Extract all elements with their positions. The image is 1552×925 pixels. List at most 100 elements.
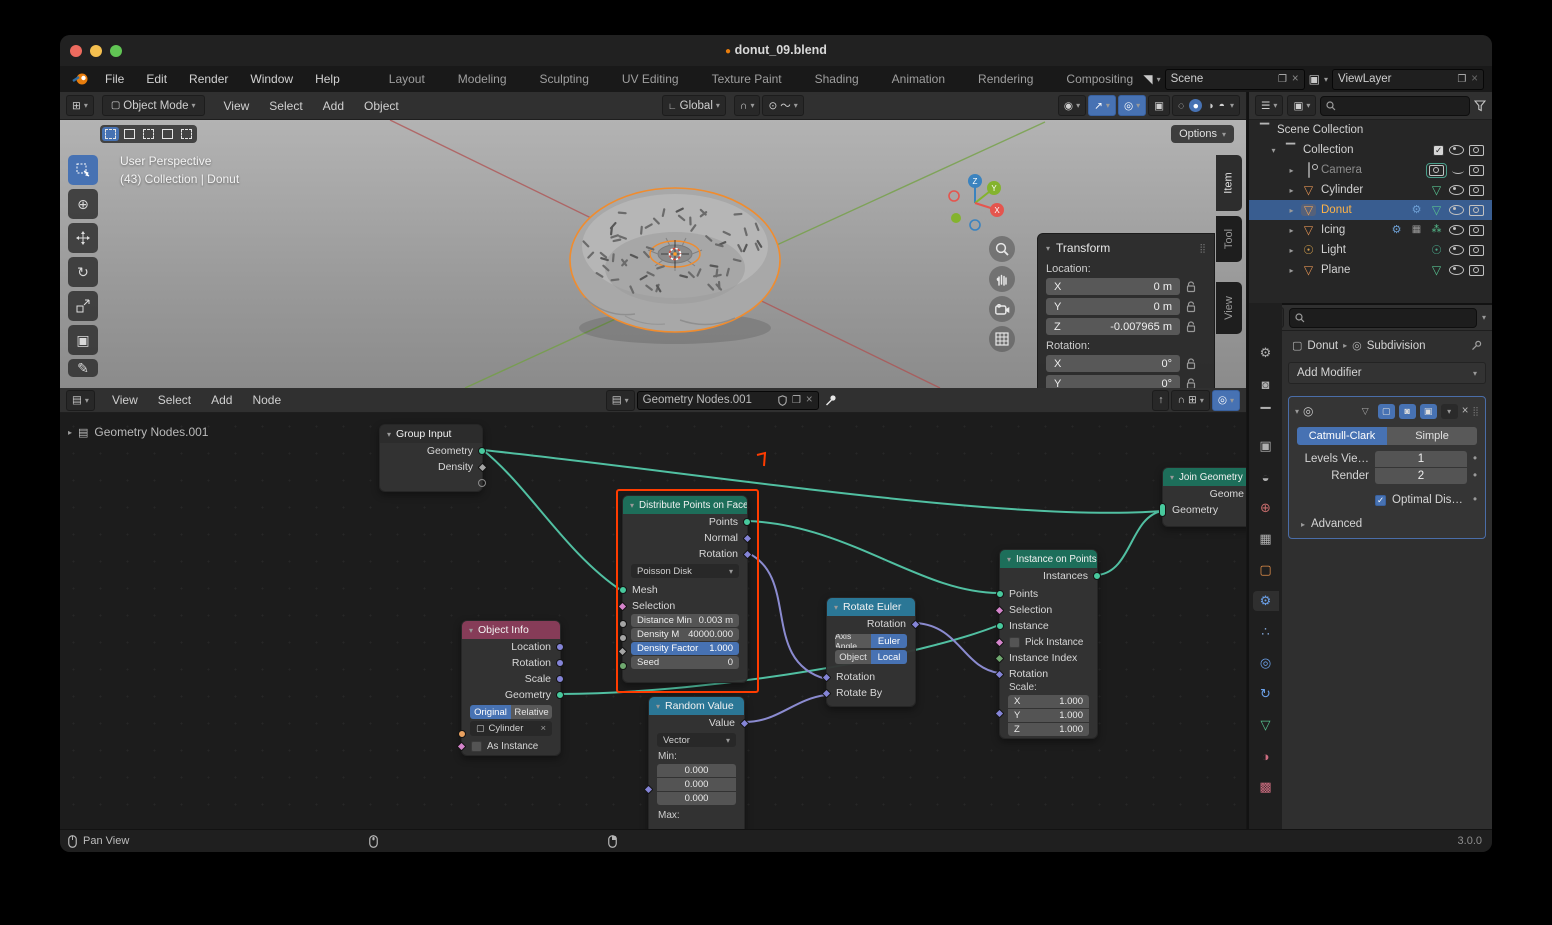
simple-button[interactable]: Simple — [1387, 427, 1477, 445]
breadcrumb-modifier[interactable]: Subdivision — [1367, 340, 1426, 352]
socket-instance-index-in[interactable] — [994, 653, 1005, 663]
donut-object[interactable] — [530, 168, 820, 358]
workspace-tab-rendering[interactable]: Rendering — [968, 68, 1043, 90]
menu-render[interactable]: Render — [178, 69, 239, 89]
active-camera-icon[interactable] — [1426, 162, 1447, 178]
socket-as-instance-in[interactable] — [456, 741, 467, 751]
disclosure-icon[interactable]: ▸ — [1287, 226, 1296, 235]
tab-world[interactable]: ⊕ — [1253, 498, 1279, 518]
socket-rotate-by-in[interactable] — [821, 688, 832, 698]
overlays-toggle[interactable]: ◎ ▾ — [1117, 95, 1147, 116]
socket-rotation-out[interactable] — [742, 549, 753, 559]
outliner-row-cylinder[interactable]: ▸ ▽ Cylinder ▽ — [1249, 180, 1492, 200]
pan-view-button[interactable] — [989, 266, 1015, 292]
gizmos-toggle[interactable]: ↗ ▾ — [1088, 95, 1116, 116]
clear-object-icon[interactable]: × — [540, 723, 546, 734]
outliner-filter-mode[interactable]: ▣ ▾ — [1287, 95, 1317, 116]
tab-material[interactable]: ◑ — [1253, 746, 1279, 766]
type-axis-angle-button[interactable]: Axis Angle — [835, 634, 871, 648]
mode-relative-button[interactable]: Relative — [511, 705, 552, 719]
hide-in-viewport-icon[interactable] — [1449, 225, 1464, 235]
socket-location-out[interactable] — [556, 643, 564, 651]
tab-object[interactable]: ▢ — [1253, 560, 1279, 580]
edit-mode-display-toggle[interactable]: ▽ — [1357, 404, 1374, 419]
scene-browse-chevron[interactable]: ▾ — [1157, 75, 1161, 84]
zoom-view-button[interactable] — [989, 236, 1015, 262]
workspace-tab-sculpting[interactable]: Sculpting — [530, 68, 599, 90]
pin-id-icon[interactable] — [1471, 340, 1482, 351]
rotation-y-field[interactable]: Y 0° — [1046, 375, 1180, 388]
sidebar-tab-tool[interactable]: Tool — [1216, 216, 1242, 262]
outliner-display-mode[interactable]: ☰ ▾ — [1255, 95, 1284, 116]
node-tree-browse[interactable]: ▤ ▾ — [605, 389, 635, 411]
unlink-scene-icon[interactable]: × — [1292, 73, 1299, 85]
shading-dropdown-chevron[interactable]: ▾ — [1230, 101, 1234, 110]
location-y-field[interactable]: Y0 m — [1046, 298, 1180, 315]
location-x-field[interactable]: X0 m — [1046, 278, 1180, 295]
node-snap-group[interactable]: ∩ ⊞ ▾ — [1171, 389, 1210, 411]
transform-tool[interactable]: ▣ — [68, 325, 98, 355]
node-menu-node[interactable]: Node — [243, 391, 290, 409]
xray-toggle[interactable]: ▣ — [1148, 95, 1171, 116]
workspace-tab-layout[interactable]: Layout — [379, 68, 435, 90]
realtime-display-toggle[interactable]: ◙ — [1398, 403, 1416, 419]
view-layer-icon[interactable]: ▣ — [1309, 72, 1320, 86]
as-instance-checkbox[interactable] — [471, 740, 482, 752]
select-mode-circle-chip[interactable] — [140, 127, 157, 141]
properties-search-input[interactable] — [1288, 307, 1477, 328]
lock-icon[interactable] — [1186, 377, 1196, 389]
menu-window[interactable]: Window — [239, 69, 304, 89]
socket-instances-out[interactable] — [1093, 572, 1101, 580]
scene-icon[interactable]: ◥ — [1143, 72, 1152, 86]
density-max-field[interactable]: Density M 40000.000 — [631, 628, 739, 641]
select-mode-tweak-chip[interactable] — [102, 127, 119, 141]
socket-normal-out[interactable] — [742, 533, 753, 543]
node-rotate-euler[interactable]: ▾ Rotate Euler Rotation Axis Angle Euler … — [821, 597, 921, 707]
select-mode-lasso-chip[interactable] — [159, 127, 176, 141]
lock-icon[interactable] — [1186, 280, 1196, 293]
hide-in-viewport-icon[interactable] — [1449, 185, 1464, 195]
node-instance-on-points[interactable]: ▾ Instance on Points Instances Points Sel… — [994, 549, 1101, 739]
min-vector-fields[interactable]: 0.000 0.000 0.000 — [657, 764, 736, 805]
select-mode-box-chip[interactable] — [121, 127, 138, 141]
outliner-row-camera[interactable]: ▸ Camera — [1249, 160, 1492, 180]
workspace-tab-shading[interactable]: Shading — [805, 68, 869, 90]
menu-help[interactable]: Help — [304, 69, 351, 89]
socket-points-out[interactable] — [743, 518, 751, 526]
socket-selection-in[interactable] — [994, 605, 1005, 615]
catmull-clark-button[interactable]: Catmull-Clark — [1297, 427, 1387, 445]
object-picker-field[interactable]: ▢ Cylinder × — [470, 721, 552, 736]
socket-mesh-in[interactable] — [619, 586, 627, 594]
node-editor-canvas[interactable]: ▸ ▤ Geometry Nodes.001 ▾ Group Input Geom… — [60, 413, 1246, 830]
socket-object-in[interactable] — [458, 730, 466, 738]
breadcrumb-chevron-icon[interactable]: ▸ — [68, 428, 72, 437]
animate-dot-icon[interactable]: • — [1473, 453, 1477, 465]
select-mode-extend-chip[interactable] — [178, 127, 195, 141]
copy-node-tree-icon[interactable]: ❐ — [792, 395, 801, 406]
socket-scale-in[interactable] — [994, 708, 1005, 719]
scale-tool[interactable] — [68, 291, 98, 321]
camera-view-button[interactable] — [989, 296, 1015, 322]
tab-tool[interactable]: ⚙ — [1253, 343, 1279, 363]
optimal-display-checkbox[interactable]: ✓ — [1375, 494, 1386, 506]
blender-logo-icon[interactable] — [72, 72, 90, 86]
hide-in-viewport-icon[interactable] — [1449, 145, 1464, 155]
socket-points-in[interactable] — [996, 590, 1004, 598]
random-value-type-dropdown[interactable]: Vector ▾ — [657, 733, 736, 747]
workspace-tab-modeling[interactable]: Modeling — [448, 68, 517, 90]
distance-min-field[interactable]: Distance Min 0.003 m — [631, 614, 739, 627]
annotate-tool[interactable]: ✎ — [68, 359, 98, 377]
go-to-parent-tree-button[interactable]: ↑ — [1152, 389, 1170, 411]
socket-geometry-multi-in[interactable] — [1159, 503, 1166, 517]
tab-render[interactable]: ◙ — [1253, 374, 1279, 394]
levels-viewport-field[interactable]: 1 — [1375, 451, 1467, 467]
viewport-menu-view[interactable]: View — [215, 97, 259, 115]
remove-modifier-icon[interactable]: × — [1462, 405, 1469, 417]
socket-rotation-out[interactable] — [556, 659, 564, 667]
navigation-gizmo[interactable]: Z Y X — [943, 171, 1007, 235]
hide-in-viewport-icon[interactable] — [1449, 205, 1464, 215]
socket-density-out[interactable] — [477, 462, 488, 472]
transform-panel-collapse-chevron[interactable]: ▾ — [1046, 244, 1050, 253]
hide-in-viewport-icon[interactable] — [1449, 265, 1464, 275]
shading-material-icon[interactable]: ◑ — [1207, 100, 1213, 112]
